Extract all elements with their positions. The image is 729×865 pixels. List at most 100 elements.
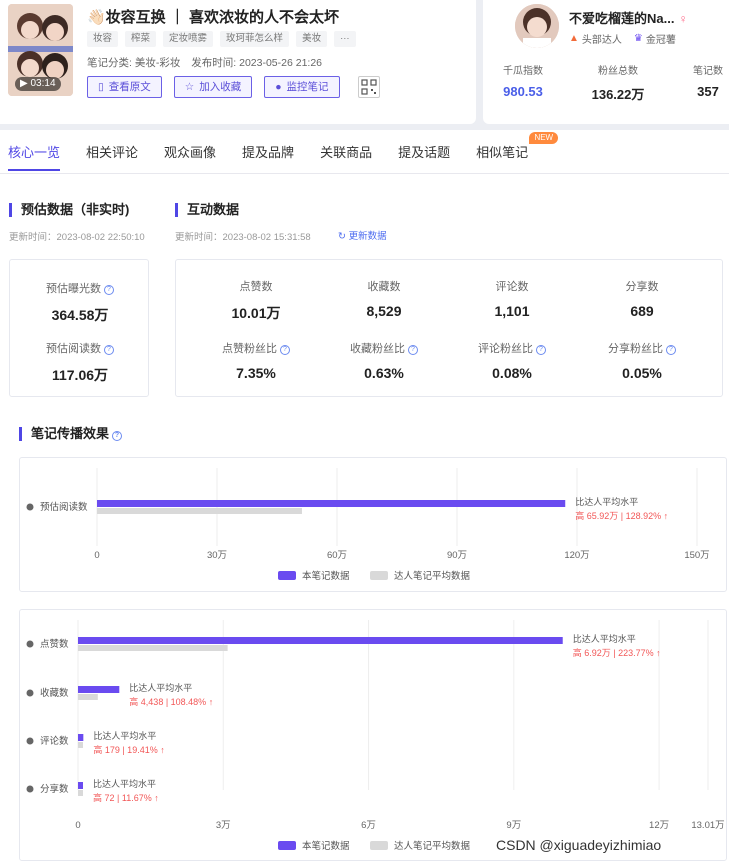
qr-code-icon[interactable] bbox=[358, 76, 380, 98]
tag[interactable]: 榨菜 bbox=[125, 31, 157, 47]
legend-swatch-this-note bbox=[278, 841, 296, 850]
reads-value: 117.06万 bbox=[51, 367, 109, 383]
help-icon[interactable]: ? bbox=[666, 345, 676, 355]
help-icon[interactable]: ? bbox=[104, 345, 114, 355]
refresh-icon: ↻ bbox=[338, 231, 346, 242]
help-icon[interactable]: ? bbox=[112, 431, 123, 441]
category-label: 收藏数 bbox=[40, 687, 69, 699]
help-icon[interactable]: ? bbox=[408, 345, 418, 355]
annotation-label: 比达人平均水平 bbox=[93, 778, 156, 789]
help-icon[interactable]: ? bbox=[104, 285, 114, 295]
tick-label: 6万 bbox=[361, 820, 376, 831]
tick-label: 12万 bbox=[649, 820, 669, 831]
tab-core-overview[interactable]: 核心一览 bbox=[8, 136, 61, 173]
favorites-ratio: 收藏粉丝比? 0.63% bbox=[324, 340, 444, 381]
add-favorite-label: 加入收藏 bbox=[199, 81, 242, 93]
tab-brands[interactable]: 提及品牌 bbox=[242, 136, 294, 173]
favorites-metric: 收藏数 8,529 bbox=[324, 278, 444, 319]
add-favorite-button[interactable]: ☆ 加入收藏 bbox=[173, 76, 253, 98]
bar-this-note bbox=[78, 637, 563, 644]
annotation-detail: 高 6.92万 | 223.77% ↑ bbox=[573, 647, 661, 658]
category-label: 评论数 bbox=[40, 735, 69, 747]
metric-value: 689 bbox=[630, 303, 654, 319]
tab-audience[interactable]: 观众画像 bbox=[164, 136, 216, 173]
person-icon: ▲ bbox=[569, 33, 579, 44]
more-tags-button[interactable]: ··· bbox=[334, 31, 356, 47]
tag[interactable]: 美妆 bbox=[296, 31, 328, 47]
tag[interactable]: 妆容 bbox=[87, 31, 119, 47]
help-icon[interactable]: ? bbox=[280, 345, 290, 355]
category-icon bbox=[26, 737, 34, 745]
bar-creator-average bbox=[78, 790, 83, 796]
annotation-label: 比达人平均水平 bbox=[573, 633, 636, 644]
tick-label: 13.01万 bbox=[691, 820, 724, 831]
likes-metric: 点赞数 10.01万 bbox=[196, 278, 316, 323]
author-name-text: 不爱吃榴莲的Na... bbox=[569, 11, 675, 26]
note-title: 👋🏻妆容互换 ｜ 喜欢浓妆的人不会太坏 bbox=[87, 9, 340, 26]
spread-title: 笔记传播效果? bbox=[19, 426, 123, 441]
stat-label: 千瓜指数 bbox=[503, 66, 543, 77]
tab-topics[interactable]: 提及话题 bbox=[398, 136, 450, 173]
reads-label: 预估阅读数 bbox=[46, 343, 101, 355]
tab-bar: 核心一览 相关评论 观众画像 提及品牌 关联商品 提及话题 相似笔记 NEW bbox=[0, 132, 729, 174]
ratio-value: 0.08% bbox=[492, 365, 532, 381]
tag[interactable]: 玫珂菲怎么样 bbox=[220, 31, 290, 47]
category-icon bbox=[26, 503, 34, 511]
ratio-label: 评论粉丝比 bbox=[478, 343, 533, 355]
reads-chart: 0 30万 60万 90万 120万 150万 预估阅读数 比达人平均水平高 65.92万 |… bbox=[26, 468, 710, 582]
bar-creator-average bbox=[78, 645, 228, 651]
category-icon bbox=[26, 785, 34, 793]
legend-label: 本笔记数据 bbox=[302, 840, 350, 852]
shares-ratio: 分享粉丝比? 0.05% bbox=[582, 340, 702, 381]
tag[interactable]: 定妆喷雾 bbox=[163, 31, 214, 47]
estimate-updated: 更新时间：2023-08-02 22:50:10 bbox=[9, 232, 145, 243]
metric-label: 分享数 bbox=[625, 281, 659, 293]
bar-this-note bbox=[78, 782, 83, 789]
stat-value: 136.22万 bbox=[591, 87, 645, 102]
stat-fans: 粉丝总数 136.22万 bbox=[592, 62, 645, 103]
tick-label: 120万 bbox=[564, 550, 589, 561]
author-name[interactable]: 不爱吃榴莲的Na... ♀ bbox=[569, 8, 687, 27]
estimate-title: 预估数据（非实时) bbox=[9, 203, 129, 217]
play-icon: ▶ bbox=[20, 78, 28, 89]
tab-similar-notes-label: 相似笔记 bbox=[476, 145, 529, 160]
monitor-note-button[interactable]: ● 监控笔记 bbox=[264, 76, 340, 98]
annotation-detail: 高 65.92万 | 128.92% ↑ bbox=[575, 510, 668, 521]
avatar[interactable] bbox=[515, 4, 559, 48]
tick-label: 90万 bbox=[447, 550, 467, 561]
tick-label: 3万 bbox=[216, 820, 231, 831]
interaction-chart-box: 0 3万 6万 9万 12万 13.01万 点赞数 比达人平均水平高 6.92万 | 223.… bbox=[19, 609, 727, 861]
exposure-metric: 预估曝光数? 364.58万 bbox=[10, 280, 150, 325]
category-icon bbox=[26, 640, 34, 648]
legend-label: 达人笔记平均数据 bbox=[394, 570, 471, 582]
spread-title-text: 笔记传播效果 bbox=[31, 426, 110, 441]
tab-similar-notes[interactable]: 相似笔记 NEW bbox=[476, 132, 559, 173]
category-label: 分享数 bbox=[40, 783, 69, 795]
bar-this-note bbox=[78, 734, 84, 741]
comments-ratio: 评论粉丝比? 0.08% bbox=[452, 340, 572, 381]
exposure-value: 364.58万 bbox=[51, 307, 109, 323]
help-icon[interactable]: ? bbox=[536, 345, 546, 355]
tick-label: 30万 bbox=[207, 550, 227, 561]
reads-metric: 预估阅读数? 117.06万 bbox=[10, 340, 150, 385]
ratio-label: 收藏粉丝比 bbox=[350, 343, 405, 355]
refresh-data-button[interactable]: ↻ 更新数据 bbox=[338, 228, 387, 242]
stat-index: 千瓜指数 980.53 bbox=[503, 62, 543, 103]
ratio-label: 点赞粉丝比 bbox=[222, 343, 277, 355]
ratio-value: 0.63% bbox=[364, 365, 404, 381]
author-badges: ▲ 头部达人 ♛ 金冠薯 bbox=[569, 31, 676, 46]
new-badge: NEW bbox=[529, 132, 559, 144]
category-label: 点赞数 bbox=[40, 638, 69, 650]
tick-label: 150万 bbox=[684, 550, 709, 561]
annotation-label: 比达人平均水平 bbox=[575, 496, 638, 507]
note-thumbnail[interactable]: ▶ 03:14 bbox=[8, 4, 73, 96]
exposure-label: 预估曝光数 bbox=[46, 283, 101, 295]
tab-products[interactable]: 关联商品 bbox=[320, 136, 372, 173]
annotation-label: 比达人平均水平 bbox=[129, 682, 192, 693]
watermark: CSDN @xiguadeyizhimiao bbox=[496, 837, 662, 853]
author-card: 不爱吃榴莲的Na... ♀ ▲ 头部达人 ♛ 金冠薯 千瓜指数 980.53 粉丝总数… bbox=[483, 0, 729, 124]
note-actions: ▯ 查看原文 ☆ 加入收藏 ● 监控笔记 bbox=[87, 76, 340, 98]
tab-related-comments[interactable]: 相关评论 bbox=[86, 136, 138, 173]
view-original-button[interactable]: ▯ 查看原文 bbox=[87, 76, 162, 98]
legend-swatch-average bbox=[370, 571, 388, 580]
